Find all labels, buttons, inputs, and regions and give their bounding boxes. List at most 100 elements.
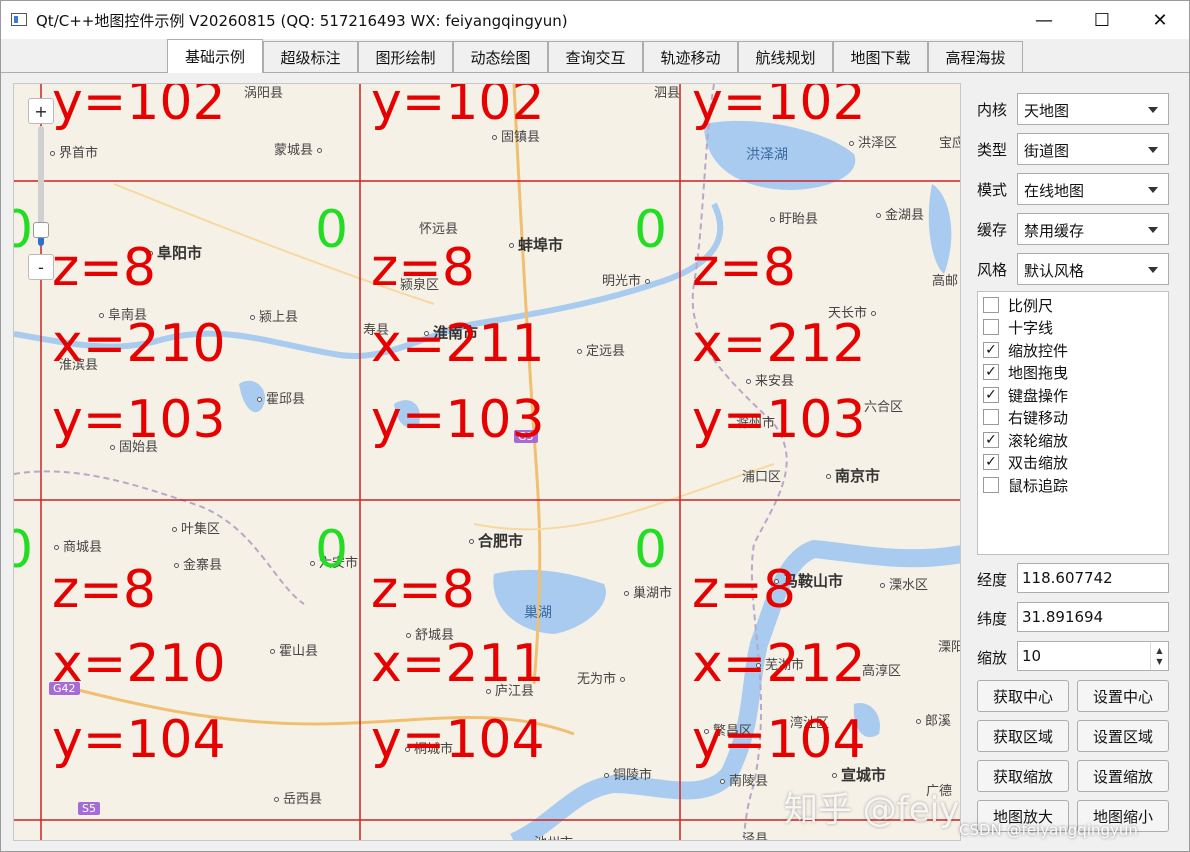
zoom-row: 缩放 10 ▲ ▼ (977, 641, 1173, 673)
checkbox-box[interactable]: ✓ (983, 387, 999, 403)
map-place: 南陵县 (720, 770, 768, 789)
checkbox-box[interactable]: ✓ (983, 454, 999, 470)
checkbox-wheel-zoom[interactable]: ✓ 滚轮缩放 (983, 429, 1163, 451)
checkbox-mouse-track[interactable]: 鼠标追踪 (983, 474, 1163, 496)
checkbox-scale[interactable]: 比例尺 (983, 294, 1163, 316)
chevron-down-icon (1148, 107, 1158, 113)
map-place: 明光市 (602, 270, 654, 289)
get-center-button[interactable]: 获取中心 (977, 680, 1069, 712)
map-place: 池州市 (534, 832, 573, 840)
map-view[interactable]: 涡阳县 固镇县 泗县 界首市 蒙城县 洪泽区 宝应 洪泽湖 怀远县 蚌埠市 盱眙… (13, 83, 961, 841)
map-place: 六合区 (864, 400, 904, 415)
map-lake-label: 洪泽湖 (746, 147, 788, 163)
app-icon (11, 13, 27, 26)
spin-buttons[interactable]: ▲ ▼ (1150, 642, 1168, 670)
kernel-row: 内核 天地图 (977, 93, 1173, 125)
map-place: 铜陵市 (604, 764, 652, 783)
tab-super-marker[interactable]: 超级标注 (263, 41, 358, 73)
tile-z-label: z=8 (371, 560, 475, 620)
control-panel: 内核 天地图 类型 街道图 模式 在线地图 缓存 禁用缓存 风格 默认风格 比例… (969, 83, 1181, 843)
cache-combo[interactable]: 禁用缓存 (1017, 213, 1169, 245)
tab-elevation[interactable]: 高程海拔 (928, 41, 1023, 73)
map-place: 金寨县 (174, 554, 222, 573)
set-center-button[interactable]: 设置中心 (1077, 680, 1169, 712)
map-place: 涡阳县 (244, 86, 284, 101)
longitude-field[interactable]: 118.607742 (1017, 563, 1169, 593)
checkbox-box[interactable]: ✓ (983, 432, 999, 448)
get-region-button[interactable]: 获取区域 (977, 720, 1069, 752)
title-bar[interactable]: Qt/C++地图控件示例 V20260815 (QQ: 517216493 WX… (1, 1, 1189, 39)
style-row: 风格 默认风格 (977, 253, 1173, 285)
checkbox-zoom-control[interactable]: ✓ 缩放控件 (983, 339, 1163, 361)
tile-y-label: y=102 (692, 83, 866, 132)
latitude-row: 纬度 31.891694 (977, 602, 1173, 634)
cache-row: 缓存 禁用缓存 (977, 213, 1173, 245)
tab-query[interactable]: 查询交互 (548, 41, 643, 73)
close-button[interactable]: ✕ (1131, 1, 1189, 39)
tile-z-label: z=8 (692, 560, 796, 620)
kernel-combo[interactable]: 天地图 (1017, 93, 1169, 125)
checkbox-box[interactable] (983, 477, 999, 493)
type-combo[interactable]: 街道图 (1017, 133, 1169, 165)
mode-label: 模式 (977, 181, 1008, 199)
map-place: 阜阳市 (148, 242, 202, 263)
tile-x-label: x=212 (692, 634, 866, 694)
checkbox-box[interactable] (983, 409, 999, 425)
chevron-down-icon (1148, 267, 1158, 273)
map-place: 霍山县 (270, 640, 318, 659)
checkbox-right-move[interactable]: 右键移动 (983, 406, 1163, 428)
checkbox-dblclick-zoom[interactable]: ✓ 双击缩放 (983, 451, 1163, 473)
zoom-in-button[interactable]: + (28, 98, 54, 124)
map-place: 颍上县 (250, 306, 298, 325)
tab-shape-draw[interactable]: 图形绘制 (358, 41, 453, 73)
set-region-button[interactable]: 设置区域 (1077, 720, 1169, 752)
checkbox-keyboard[interactable]: ✓ 键盘操作 (983, 384, 1163, 406)
tab-dynamic-draw[interactable]: 动态绘图 (453, 41, 548, 73)
tile-y-label: y=102 (371, 83, 545, 132)
map-place: 巢湖市 (624, 582, 672, 601)
spin-down-icon[interactable]: ▼ (1156, 656, 1162, 667)
map-place: 泗县 (654, 86, 681, 101)
maximize-button[interactable]: ☐ (1073, 1, 1131, 39)
tile-z-label: z=8 (692, 238, 796, 298)
checkbox-box[interactable]: ✓ (983, 342, 999, 358)
checkbox-drag[interactable]: ✓ 地图拖曳 (983, 361, 1163, 383)
map-place: 溧阳 (938, 640, 960, 655)
tab-route[interactable]: 航线规划 (738, 41, 833, 73)
tile-x-label: x=210 (52, 314, 226, 374)
spin-up-icon[interactable]: ▲ (1156, 645, 1162, 656)
checkbox-box[interactable]: ✓ (983, 364, 999, 380)
watermark-text: 知乎 @feiyangqingyun (784, 790, 960, 830)
mode-row: 模式 在线地图 (977, 173, 1173, 205)
tab-track[interactable]: 轨迹移动 (643, 41, 738, 73)
tab-download[interactable]: 地图下载 (833, 41, 928, 73)
tile-x-label: x=211 (371, 634, 545, 694)
tab-basic[interactable]: 基础示例 (167, 39, 263, 73)
longitude-row: 经度 118.607742 (977, 563, 1173, 595)
map-place: 金湖县 (876, 204, 924, 223)
latitude-field[interactable]: 31.891694 (1017, 602, 1169, 632)
tile-z-label: z=8 (52, 238, 156, 298)
mode-combo[interactable]: 在线地图 (1017, 173, 1169, 205)
zoom-out-button[interactable]: - (28, 254, 54, 280)
minimize-button[interactable]: — (1015, 1, 1073, 39)
map-place: 郎溪 (916, 710, 951, 729)
tile-y-label: y=104 (371, 710, 545, 770)
get-zoom-button[interactable]: 获取缩放 (977, 760, 1069, 792)
style-combo[interactable]: 默认风格 (1017, 253, 1169, 285)
map-place: 叶集区 (172, 518, 220, 537)
zoom-spinbox[interactable]: 10 ▲ ▼ (1017, 641, 1169, 671)
style-label: 风格 (977, 261, 1008, 279)
type-row: 类型 街道图 (977, 133, 1173, 165)
option-checkbox-list: 比例尺 十字线 ✓ 缩放控件 ✓ 地图拖曳 ✓ 键盘操作 右键移动 ✓ 滚轮缩放 ✓ 双击… (977, 291, 1169, 555)
map-place: 定远县 (577, 340, 625, 359)
checkbox-box[interactable] (983, 319, 999, 335)
chevron-down-icon (1148, 147, 1158, 153)
tile-x-label: x=211 (371, 314, 545, 374)
checkbox-crosshair[interactable]: 十字线 (983, 316, 1163, 338)
chevron-down-icon (1148, 227, 1158, 233)
map-place: 蒙城县 (274, 139, 326, 158)
set-zoom-button[interactable]: 设置缩放 (1077, 760, 1169, 792)
checkbox-box[interactable] (983, 297, 999, 313)
zoom-slider-handle[interactable] (33, 222, 49, 238)
